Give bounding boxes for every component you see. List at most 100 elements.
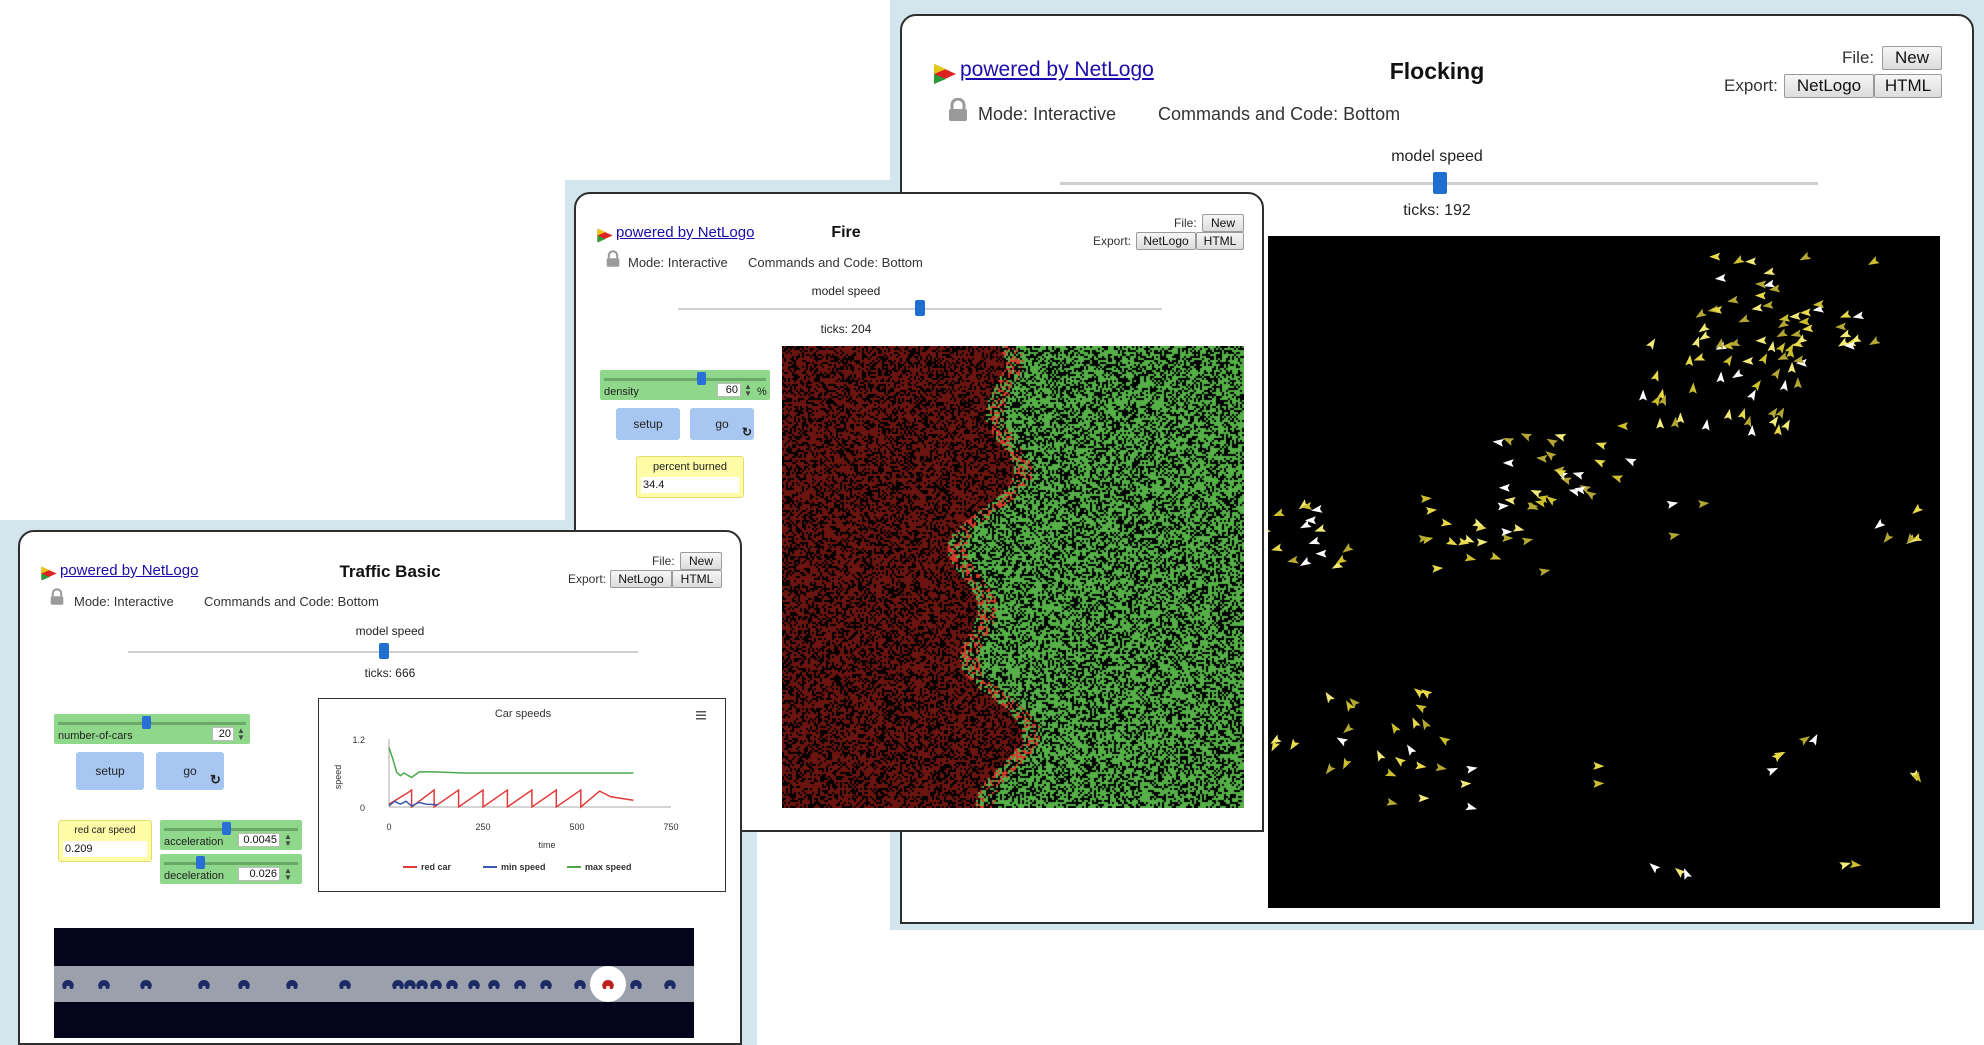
acceleration-label: acceleration bbox=[164, 836, 224, 848]
export-html-button[interactable]: HTML bbox=[672, 570, 722, 588]
red-car-speed-value: 0.209 bbox=[63, 841, 147, 857]
density-slider[interactable]: density 60 ▲ ▼ % bbox=[600, 370, 770, 400]
number-of-cars-thumb[interactable] bbox=[142, 716, 151, 729]
boid-turtle bbox=[1798, 736, 1811, 746]
density-spinner-icon[interactable]: ▲ ▼ bbox=[744, 383, 752, 398]
lock-icon[interactable] bbox=[50, 588, 64, 606]
mode-label[interactable]: Mode: Interactive bbox=[74, 594, 174, 609]
new-button[interactable]: New bbox=[1882, 46, 1942, 70]
legend-item[interactable]: min speed bbox=[501, 862, 546, 872]
deceleration-slider[interactable]: deceleration 0.026 ▲ ▼ bbox=[160, 854, 302, 884]
boid-turtle bbox=[1874, 518, 1886, 529]
boid-turtle bbox=[1838, 337, 1850, 347]
boid-turtle bbox=[1645, 338, 1656, 350]
x-tick-label: 500 bbox=[569, 822, 584, 832]
deceleration-track[interactable] bbox=[164, 862, 298, 865]
export-html-button[interactable]: HTML bbox=[1196, 232, 1244, 250]
boid-turtle bbox=[1502, 534, 1514, 543]
acceleration-slider[interactable]: acceleration 0.0045 ▲ ▼ bbox=[160, 820, 302, 850]
boid-turtle bbox=[1883, 531, 1894, 543]
powered-by-netlogo-link[interactable]: powered by NetLogo bbox=[616, 224, 754, 241]
boid-turtle bbox=[1394, 756, 1407, 767]
lock-icon[interactable] bbox=[948, 98, 968, 122]
boid-turtle bbox=[1693, 352, 1706, 361]
boid-turtle bbox=[1745, 257, 1757, 266]
number-of-cars-label: number-of-cars bbox=[58, 730, 133, 742]
model-speed-thumb[interactable] bbox=[379, 643, 389, 659]
boid-turtle bbox=[1466, 765, 1478, 774]
export-netlogo-button[interactable]: NetLogo bbox=[610, 570, 672, 588]
commands-code-label[interactable]: Commands and Code: Bottom bbox=[1158, 104, 1400, 125]
boid-turtle bbox=[1698, 322, 1710, 333]
setup-button[interactable]: setup bbox=[616, 408, 680, 440]
boid-turtle bbox=[1755, 280, 1767, 289]
boid-turtle bbox=[1502, 459, 1514, 468]
lock-icon[interactable] bbox=[606, 250, 620, 268]
boid-turtle bbox=[1691, 336, 1700, 348]
acceleration-spinner-icon[interactable]: ▲ ▼ bbox=[284, 833, 292, 848]
powered-by-netlogo-link[interactable]: powered by NetLogo bbox=[60, 562, 198, 579]
boid-turtle bbox=[1650, 370, 1659, 382]
car-speeds-plot[interactable]: Car speeds speed time 1.2 0 0 250 500 75… bbox=[318, 698, 726, 892]
hamburger-icon[interactable] bbox=[696, 711, 706, 720]
number-of-cars-track[interactable] bbox=[58, 722, 246, 725]
netlogo-logo-icon bbox=[597, 228, 613, 243]
density-slider-value[interactable]: 60 bbox=[717, 383, 741, 397]
plot-legend[interactable]: red car min speed max speed bbox=[403, 862, 632, 872]
boid-turtle bbox=[1799, 251, 1812, 261]
boid-turtle bbox=[1767, 340, 1776, 353]
boid-turtle bbox=[1723, 408, 1732, 421]
boid-turtle bbox=[1787, 361, 1796, 374]
ticks-label: ticks: 204 bbox=[820, 322, 872, 336]
boid-turtle bbox=[1727, 295, 1739, 304]
boid-turtle bbox=[1384, 768, 1397, 777]
setup-button[interactable]: setup bbox=[76, 752, 144, 790]
boid-turtle bbox=[1751, 380, 1761, 392]
export-html-button[interactable]: HTML bbox=[1874, 74, 1942, 98]
acceleration-track[interactable] bbox=[164, 828, 298, 831]
acceleration-value[interactable]: 0.0045 bbox=[238, 833, 280, 847]
traffic-world-view[interactable] bbox=[54, 928, 694, 1038]
fire-world-view[interactable] bbox=[782, 346, 1244, 808]
new-button[interactable]: New bbox=[1202, 214, 1244, 232]
model-speed-label: model speed bbox=[811, 284, 881, 298]
deceleration-spinner-icon[interactable]: ▲ ▼ bbox=[284, 867, 292, 882]
boid-turtle bbox=[1763, 267, 1776, 276]
flocking-world-view[interactable] bbox=[1268, 236, 1940, 908]
export-netlogo-button[interactable]: NetLogo bbox=[1136, 232, 1196, 250]
acceleration-thumb[interactable] bbox=[222, 822, 231, 835]
model-speed-thumb[interactable] bbox=[1433, 172, 1447, 194]
new-button[interactable]: New bbox=[680, 552, 722, 570]
density-slider-track[interactable] bbox=[604, 378, 766, 381]
model-speed-thumb[interactable] bbox=[915, 300, 925, 316]
boid-turtle bbox=[1716, 371, 1725, 383]
legend-item[interactable]: max speed bbox=[585, 862, 632, 872]
deceleration-label: deceleration bbox=[164, 870, 224, 882]
export-netlogo-button[interactable]: NetLogo bbox=[1784, 74, 1874, 98]
number-of-cars-slider[interactable]: number-of-cars 20 ▲ ▼ bbox=[54, 714, 250, 744]
boid-turtle bbox=[1755, 336, 1767, 345]
commands-code-label[interactable]: Commands and Code: Bottom bbox=[748, 255, 923, 270]
boid-turtle bbox=[1666, 501, 1679, 509]
boid-turtle bbox=[1593, 761, 1605, 770]
boid-turtle bbox=[1501, 527, 1513, 536]
deceleration-value[interactable]: 0.026 bbox=[238, 867, 280, 881]
powered-by-netlogo-link[interactable]: powered by NetLogo bbox=[960, 58, 1154, 82]
deceleration-thumb[interactable] bbox=[196, 856, 205, 869]
boid-turtle bbox=[1343, 757, 1352, 770]
mode-label[interactable]: Mode: Interactive bbox=[628, 255, 728, 270]
boid-turtle bbox=[1722, 355, 1733, 367]
boid-turtle bbox=[1779, 379, 1788, 392]
number-of-cars-value[interactable]: 20 bbox=[212, 727, 234, 741]
mode-label[interactable]: Mode: Interactive bbox=[978, 104, 1116, 125]
boid-turtle bbox=[1492, 438, 1504, 447]
commands-code-label[interactable]: Commands and Code: Bottom bbox=[204, 594, 379, 609]
series-line-max-speed bbox=[388, 747, 634, 779]
boid-turtle bbox=[1839, 309, 1852, 318]
boid-turtle bbox=[1386, 797, 1398, 806]
legend-item[interactable]: red car bbox=[421, 862, 452, 872]
number-of-cars-spinner-icon[interactable]: ▲ ▼ bbox=[237, 727, 245, 742]
boid-turtle bbox=[1476, 538, 1488, 547]
boid-turtle bbox=[1695, 308, 1707, 318]
density-slider-thumb[interactable] bbox=[697, 372, 706, 385]
